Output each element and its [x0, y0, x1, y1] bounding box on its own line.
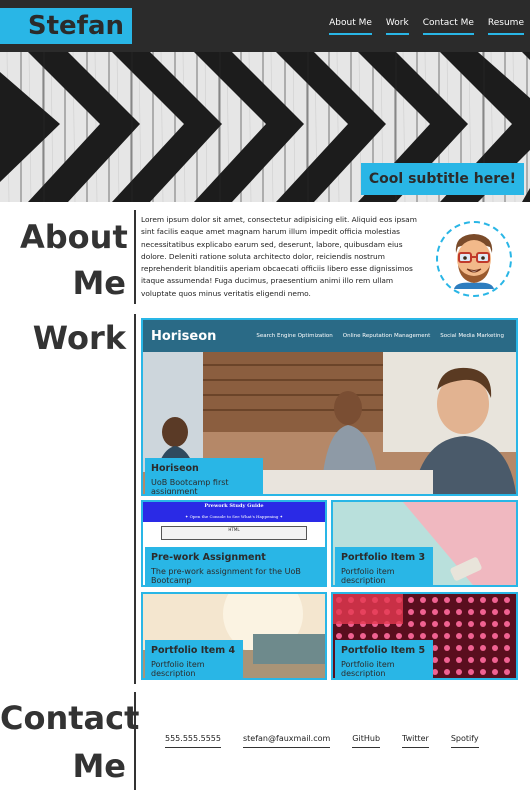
horiseon-site-logo: Horiseon — [151, 329, 217, 344]
work-card-item-5[interactable]: Portfolio Item 5 Portfolio item descript… — [331, 592, 518, 680]
contact-divider — [134, 692, 136, 790]
horiseon-nav-item: Online Reputation Management — [342, 333, 431, 339]
nav-about-me[interactable]: About Me — [329, 18, 372, 35]
card-description: The pre-work assignment for the UoB Boot… — [151, 567, 301, 585]
avatar — [436, 221, 512, 297]
hero-banner: Cool subtitle here! — [0, 52, 530, 202]
prework-card-label: Pre-work Assignment The pre-work assignm… — [145, 547, 325, 585]
contact-heading-line2: Me — [72, 747, 126, 785]
nav-contact-me[interactable]: Contact Me — [422, 18, 474, 35]
prework-thumb-subtitle: ✦ Open the Console to See What's Happeni… — [184, 514, 284, 519]
contact-spotify-link[interactable]: Spotify — [450, 734, 479, 748]
work-card-item-3[interactable]: Portfolio Item 3 Portfolio item descript… — [331, 500, 518, 587]
contact-heading-line1: Contact — [0, 699, 140, 737]
prework-thumb-header: Prework Study Guide ✦ Open the Console t… — [143, 502, 325, 522]
contact-twitter-link[interactable]: Twitter — [402, 734, 429, 748]
nav-resume[interactable]: Resume — [487, 18, 524, 35]
featured-card-label: Horiseon UoB Bootcamp first assignment — [145, 458, 263, 496]
item5-card-label: Portfolio Item 5 Portfolio item descript… — [335, 640, 433, 678]
work-heading: Work — [32, 319, 126, 357]
about-heading-line1: About — [20, 218, 128, 256]
prework-thumb-box: HTML — [161, 526, 307, 540]
nav-work[interactable]: Work — [385, 18, 409, 35]
about-heading: About Me — [20, 214, 128, 306]
card-title: Horiseon — [151, 463, 199, 474]
work-card-featured[interactable]: Horiseon Search Engine Optimization Onli… — [141, 318, 518, 496]
main-nav: About Me Work Contact Me Resume — [315, 0, 530, 52]
about-divider — [134, 210, 136, 304]
contact-links: 555.555.5555 stefan@fauxmail.com GitHub … — [165, 734, 479, 748]
brand-logo[interactable]: Stefan — [0, 8, 132, 44]
card-title: Portfolio Item 5 — [341, 645, 426, 656]
card-description: Portfolio item description — [341, 660, 395, 678]
contact-email-link[interactable]: stefan@fauxmail.com — [242, 734, 331, 748]
card-title: Portfolio Item 3 — [341, 552, 426, 563]
item4-card-label: Portfolio Item 4 Portfolio item descript… — [145, 640, 243, 678]
card-title: Portfolio Item 4 — [151, 645, 236, 656]
about-paragraph: Lorem ipsum dolor sit amet, consectetur … — [141, 215, 417, 298]
brand-name: Stefan — [27, 11, 124, 41]
contact-heading: Contact Me — [0, 694, 140, 790]
contact-github-link[interactable]: GitHub — [352, 734, 381, 748]
avatar-face-icon — [454, 234, 494, 289]
prework-thumb-title: Prework Study Guide — [204, 503, 264, 509]
card-description: Portfolio item description — [151, 660, 205, 678]
work-card-item-4[interactable]: Portfolio Item 4 Portfolio item descript… — [141, 592, 327, 680]
contact-phone-link[interactable]: 555.555.5555 — [165, 734, 221, 748]
work-card-prework[interactable]: Prework Study Guide ✦ Open the Console t… — [141, 500, 327, 587]
work-divider — [134, 314, 136, 684]
hero-subtitle-badge: Cool subtitle here! — [360, 163, 524, 195]
card-description: UoB Bootcamp first assignment — [151, 478, 229, 496]
item3-card-label: Portfolio Item 3 Portfolio item descript… — [335, 547, 433, 585]
site-header: Stefan About Me Work Contact Me Resume — [0, 0, 530, 52]
about-heading-line2: Me — [72, 264, 126, 302]
horiseon-nav-item: Search Engine Optimization — [256, 333, 333, 339]
card-description: Portfolio item description — [341, 567, 395, 585]
horiseon-nav-item: Social Media Marketing — [440, 333, 504, 339]
hero-subtitle: Cool subtitle here! — [368, 171, 516, 187]
horiseon-site-nav: Search Engine Optimization Online Reputa… — [246, 333, 504, 339]
card-title: Pre-work Assignment — [151, 552, 266, 563]
